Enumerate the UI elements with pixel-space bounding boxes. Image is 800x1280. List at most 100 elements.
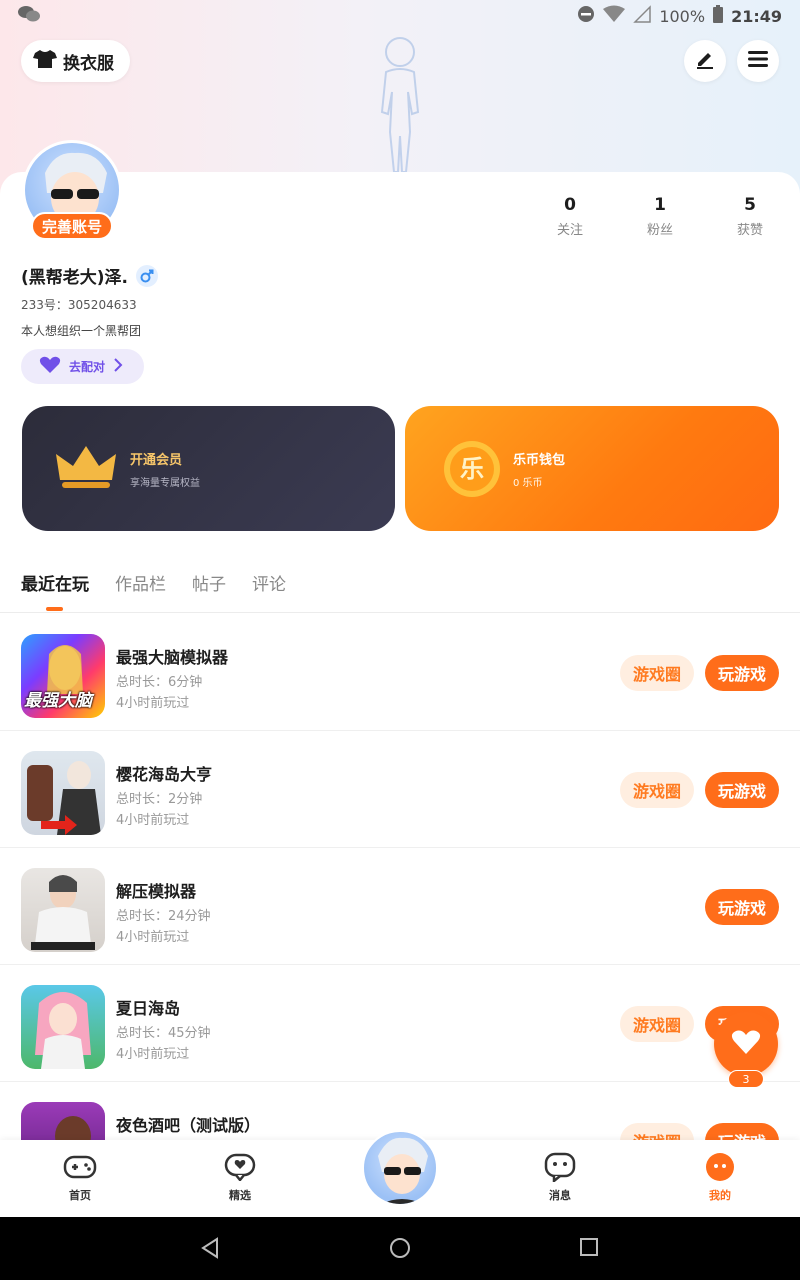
nav-home[interactable]: 首页 [40,1152,120,1203]
stat-fans-label: 粉丝 [646,223,673,238]
nav-center-avatar[interactable] [362,1130,438,1206]
like-count-badge: 3 [728,1070,764,1088]
heart-chat-icon [200,1152,280,1182]
complete-account-badge[interactable]: 完善账号 [31,212,113,240]
message-icon [520,1152,600,1182]
male-icon [136,264,158,287]
nav-featured[interactable]: 精选 [200,1152,280,1203]
profile-face-icon [680,1152,760,1182]
tab-posts[interactable]: 帖子 [192,570,226,595]
dnd-icon [577,5,595,27]
game-name: 夜色酒吧（测试版） [116,1116,261,1135]
back-icon[interactable] [200,1237,220,1263]
game-circle-button[interactable]: 游戏圈 [620,772,694,808]
game-row[interactable]: 解压模拟器 总时长：24分钟 4小时前玩过 玩游戏 [0,848,800,965]
wifi-icon [603,5,626,27]
game-thumbnail-text: 最强大脑 [24,691,92,711]
game-row[interactable]: 樱花海岛大亨 总时长：2分钟 4小时前玩过 游戏圈 玩游戏 [0,731,800,848]
game-row[interactable]: 夏日海岛 总时长：45分钟 4小时前玩过 游戏圈 玩游戏 [0,965,800,1082]
nickname: (黑帮老大)泽. [21,268,128,288]
game-row[interactable]: 最强大脑 最强大脑模拟器 总时长：6分钟 4小时前玩过 游戏圈 玩游戏 [0,614,800,731]
game-name: 最强大脑模拟器 [116,648,229,667]
play-game-button[interactable]: 玩游戏 [705,772,779,808]
user-bio: 本人想组织一个黑帮团 [21,324,142,338]
hamburger-icon [747,49,769,73]
game-duration: 总时长：2分钟 [116,792,203,807]
game-name: 樱花海岛大亨 [116,765,213,784]
heart-icon [39,356,61,377]
game-thumbnail[interactable] [21,868,105,952]
profile-avatar-container[interactable]: 完善账号 [22,140,122,240]
nav-messages-label: 消息 [549,1189,571,1202]
gamepad-icon [40,1152,120,1182]
clock: 21:49 [731,6,782,26]
tab-recently-played[interactable]: 最近在玩 [21,570,89,595]
status-bar: 100% 21:49 [0,0,800,32]
game-last-played: 4小时前玩过 [116,813,190,828]
game-thumbnail[interactable] [21,985,105,1069]
stat-fans-value: 1 [654,195,666,215]
game-circle-button[interactable]: 游戏圈 [620,655,694,691]
system-navigation-bar [0,1217,800,1280]
game-last-played: 4小时前玩过 [116,930,190,945]
crown-icon [56,442,116,496]
heart-icon [731,1029,761,1059]
vip-card[interactable]: 开通会员 享海量专属权益 [22,406,395,531]
game-duration: 总时长：45分钟 [116,1026,211,1041]
wallet-card[interactable]: 乐 乐币钱包 0 乐币 [405,406,779,531]
change-outfit-button[interactable]: 换衣服 [21,40,130,82]
change-outfit-label: 换衣服 [63,53,114,74]
stat-fans[interactable]: 1 粉丝 [630,195,690,238]
wechat-icon [18,5,40,27]
divider [0,612,800,613]
nav-mine[interactable]: 我的 [680,1152,760,1203]
game-name: 解压模拟器 [116,882,197,901]
home-icon[interactable] [389,1237,411,1263]
play-game-button[interactable]: 玩游戏 [705,655,779,691]
vip-subtitle: 享海量专属权益 [130,477,200,489]
match-button[interactable]: 去配对 [21,349,144,384]
stat-likes-value: 5 [744,195,756,215]
edit-profile-button[interactable] [684,40,726,82]
game-thumbnail[interactable] [21,751,105,835]
stat-following-value: 0 [564,195,576,215]
nickname-row: (黑帮老大)泽. [21,263,158,288]
nav-mine-label: 我的 [709,1189,731,1202]
tab-active-indicator [46,607,63,611]
stat-following-label: 关注 [556,223,583,238]
game-duration: 总时长：6分钟 [116,675,203,690]
tab-comments[interactable]: 评论 [252,570,286,595]
game-duration: 总时长：24分钟 [116,909,211,924]
battery-percent: 100% [659,6,706,26]
pencil-icon [694,48,716,74]
nav-featured-label: 精选 [229,1189,251,1202]
coin-glyph: 乐 [460,454,484,483]
game-name: 夏日海岛 [116,999,181,1018]
like-floating-button[interactable] [714,1012,778,1076]
game-circle-button[interactable]: 游戏圈 [620,1006,694,1042]
tab-works[interactable]: 作品栏 [115,570,166,595]
wallet-title: 乐币钱包 [513,452,566,468]
avatar-hologram-image [380,37,420,173]
nav-messages[interactable]: 消息 [520,1152,600,1203]
stat-likes[interactable]: 5 获赞 [720,195,780,238]
game-last-played: 4小时前玩过 [116,1047,190,1062]
battery-icon [713,5,724,27]
vip-title: 开通会员 [130,452,183,468]
game-thumbnail[interactable]: 最强大脑 [21,634,105,718]
coin-icon: 乐 [443,440,501,498]
menu-button[interactable] [737,40,779,82]
profile-tabs: 最近在玩 作品栏 帖子 评论 [21,570,286,595]
recents-icon[interactable] [579,1237,599,1261]
stat-likes-label: 获赞 [736,223,763,238]
user-id: 233号：305204633 [21,298,137,312]
stat-following[interactable]: 0 关注 [540,195,600,238]
wallet-balance: 0 乐币 [513,477,543,489]
play-game-button[interactable]: 玩游戏 [705,889,779,925]
chevron-right-icon [113,358,123,375]
tshirt-icon [33,49,57,74]
no-signal-icon [633,5,652,27]
match-label: 去配对 [69,360,106,374]
nav-home-label: 首页 [69,1189,91,1202]
game-last-played: 4小时前玩过 [116,696,190,711]
